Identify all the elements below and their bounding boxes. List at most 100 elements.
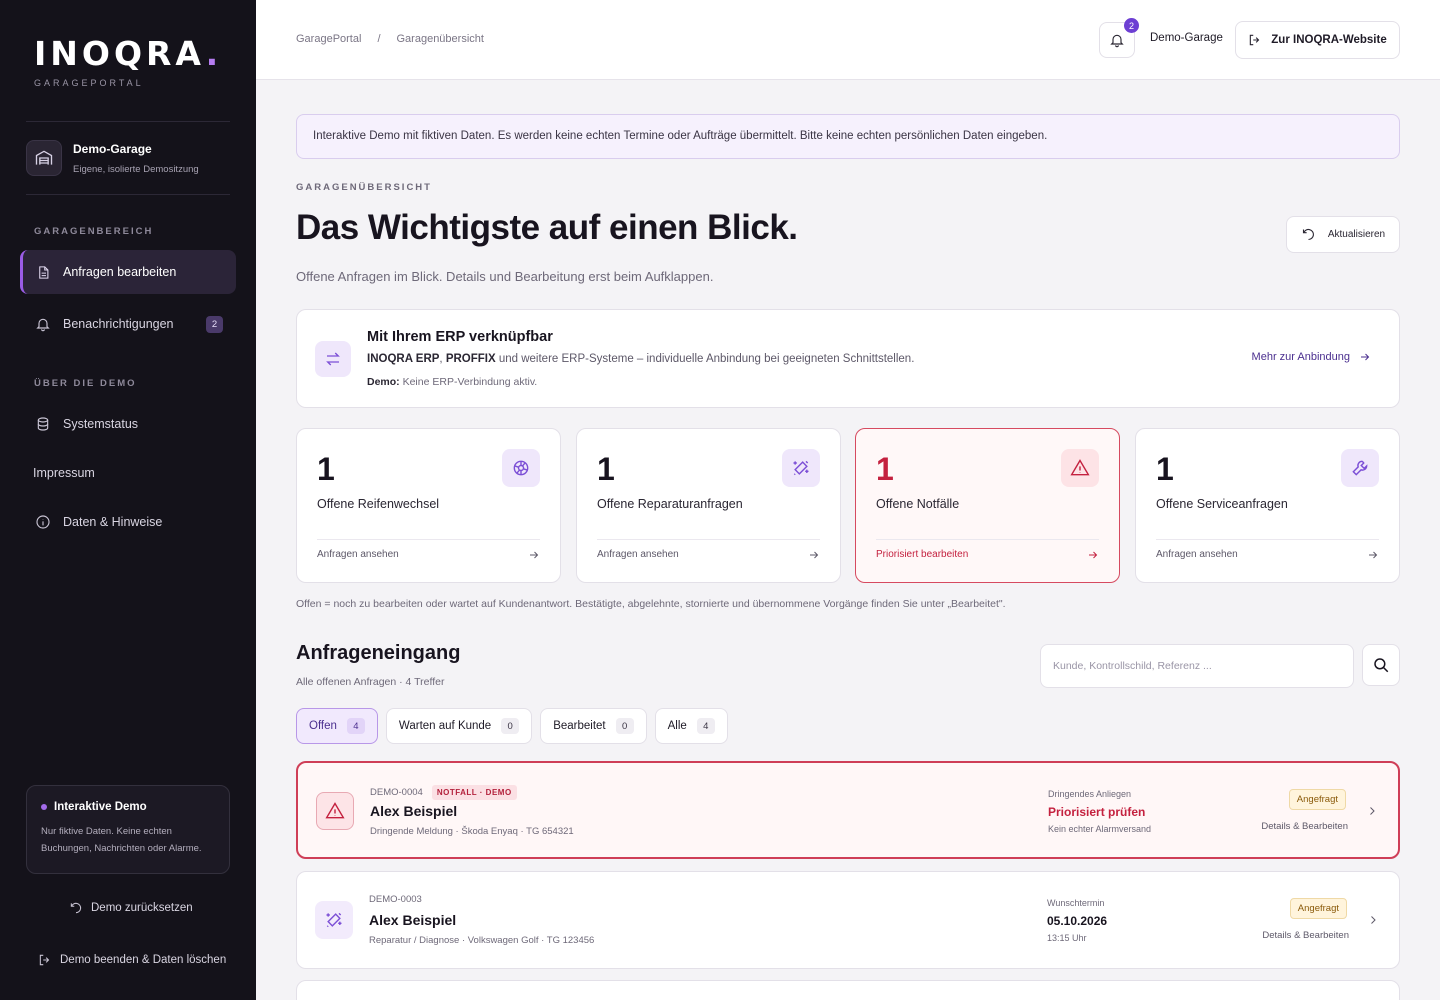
- status-badge: Angefragt: [1289, 898, 1347, 919]
- stat-link[interactable]: Anfragen ansehen: [1156, 549, 1238, 560]
- stat-label: Offene Reifenwechsel: [317, 497, 440, 511]
- divider: [317, 539, 540, 540]
- garage-description: Eigene, isolierte Demositzung: [73, 164, 199, 175]
- reset-demo-button[interactable]: Demo zurücksetzen: [69, 901, 193, 915]
- repair-icon: [315, 901, 353, 939]
- search-button[interactable]: [1362, 644, 1400, 686]
- bell-icon: [34, 315, 52, 333]
- sidebar-item-notifications[interactable]: Benachrichtigungen 2: [20, 302, 236, 346]
- chevron-right-icon: [1370, 807, 1375, 815]
- inbox-subtitle: Alle offenen Anfragen · 4 Treffer: [296, 676, 445, 688]
- search-input[interactable]: [1040, 644, 1354, 688]
- swap-icon: [315, 341, 351, 377]
- stat-link[interactable]: Priorisiert bearbeiten: [876, 549, 968, 560]
- garage-name: Demo-Garage: [73, 142, 152, 156]
- filter-tabs: Offen 4 Warten auf Kunde 0 Bearbeitet 0 All…: [296, 708, 728, 744]
- stat-number: 1: [317, 451, 335, 487]
- section-label-garage: GARAGENBEREICH: [34, 226, 154, 237]
- undo-icon: [70, 902, 82, 914]
- stat-card-services[interactable]: 1 Offene Serviceanfragen Anfragen ansehe…: [1135, 428, 1400, 583]
- current-garage: Demo-Garage: [1150, 32, 1223, 44]
- search-icon: [1374, 658, 1389, 673]
- divider: [26, 194, 230, 195]
- website-button[interactable]: Zur INOQRA-Website: [1235, 21, 1400, 59]
- topbar: GaragePortal / Garagenübersicht 2 Demo-G…: [256, 0, 1440, 80]
- warning-icon: [1061, 449, 1099, 487]
- erp-title: Mit Ihrem ERP verknüpfbar: [367, 329, 553, 345]
- sidebar-item-impressum[interactable]: Impressum: [33, 466, 95, 480]
- request-meta: Reparatur / Diagnose · Volkswagen Golf ·…: [369, 935, 595, 946]
- garage-card[interactable]: Demo-Garage Eigene, isolierte Demositzun…: [26, 140, 230, 180]
- request-meta: Dringende Meldung · Škoda Enyaq · TG 654…: [370, 826, 574, 837]
- erp-card: Mit Ihrem ERP verknüpfbar INOQRA ERP, PR…: [296, 309, 1400, 408]
- arrow-right-icon: [1089, 551, 1098, 559]
- demo-info-box: Interaktive Demo Nur fiktive Daten. Kein…: [26, 785, 230, 874]
- divider: [26, 121, 230, 122]
- sidebar-item-requests[interactable]: Anfragen bearbeiten: [20, 250, 236, 294]
- request-row[interactable]: DEMO-0003 Alex Beispiel Reparatur / Diag…: [296, 871, 1400, 969]
- details-link[interactable]: Details & Bearbeiten: [1262, 930, 1349, 941]
- stat-label: Offene Notfälle: [876, 497, 960, 511]
- request-row[interactable]: [296, 980, 1400, 1000]
- sidebar-item-label: Anfragen bearbeiten: [63, 265, 177, 279]
- erp-demo-status: Demo: Keine ERP-Verbindung aktiv.: [367, 376, 538, 388]
- document-icon: [34, 263, 52, 281]
- request-detail-sub: Kein echter Alarmversand: [1048, 824, 1152, 834]
- stat-label: Offene Reparaturanfragen: [597, 497, 743, 511]
- stat-number: 1: [1156, 451, 1174, 487]
- page-title: Das Wichtigste auf einen Blick.: [296, 208, 798, 247]
- stat-card-tires[interactable]: 1 Offene Reifenwechsel Anfragen ansehen: [296, 428, 561, 583]
- stat-link[interactable]: Anfragen ansehen: [317, 549, 399, 560]
- chevron-right-icon: [1371, 916, 1376, 924]
- erp-text: INOQRA ERP, PROFFIX und weitere ERP-Syst…: [367, 353, 915, 365]
- filter-count: 0: [615, 718, 634, 734]
- refresh-button[interactable]: Aktualisieren: [1286, 216, 1400, 253]
- repair-icon: [782, 449, 820, 487]
- filter-count: 4: [346, 718, 365, 734]
- sidebar-item-systemstatus[interactable]: Systemstatus: [20, 402, 236, 446]
- logo[interactable]: INOQRA.: [34, 34, 222, 73]
- stat-number: 1: [597, 451, 615, 487]
- stat-link[interactable]: Anfragen ansehen: [597, 549, 679, 560]
- request-ref: DEMO-0004: [370, 787, 423, 798]
- request-detail-sub: 13:15 Uhr: [1047, 933, 1087, 943]
- stats-row: 1 Offene Reifenwechsel Anfragen ansehen …: [296, 428, 1400, 584]
- section-label-demo: ÜBER DIE DEMO: [34, 378, 137, 389]
- filter-all[interactable]: Alle 4: [654, 708, 728, 744]
- stat-card-repairs[interactable]: 1 Offene Reparaturanfragen Anfragen anse…: [576, 428, 841, 583]
- demo-box-title: Interaktive Demo: [54, 801, 147, 813]
- filter-processed[interactable]: Bearbeitet 0: [540, 708, 647, 744]
- stat-label: Offene Serviceanfragen: [1156, 497, 1288, 511]
- breadcrumb-separator: /: [377, 33, 381, 45]
- request-detail-label: Dringendes Anliegen: [1048, 789, 1132, 799]
- inbox-title: Anfrageneingang: [296, 642, 461, 664]
- stat-number: 1: [876, 451, 894, 487]
- sidebar-item-data-notes[interactable]: Daten & Hinweise: [20, 500, 236, 544]
- refresh-icon: [1302, 228, 1314, 241]
- details-link[interactable]: Details & Bearbeiten: [1261, 821, 1348, 832]
- request-ref: DEMO-0003: [369, 894, 422, 905]
- arrow-right-icon: [1361, 353, 1370, 361]
- stat-card-emergencies[interactable]: 1 Offene Notfälle Priorisiert bearbeiten: [855, 428, 1120, 583]
- request-row[interactable]: DEMO-0004 NOTFALL · DEMO Alex Beispiel Dr…: [296, 761, 1400, 859]
- breadcrumb-home[interactable]: GaragePortal: [296, 33, 361, 45]
- page-subtitle: Offene Anfragen im Blick. Details und Be…: [296, 269, 714, 284]
- tire-icon: [502, 449, 540, 487]
- filter-count: 0: [501, 718, 520, 734]
- status-dot: [41, 804, 47, 810]
- notifications-button[interactable]: 2: [1099, 18, 1139, 58]
- bell-icon: [1110, 34, 1124, 48]
- database-icon: [34, 415, 52, 433]
- filter-waiting[interactable]: Warten auf Kunde 0: [385, 708, 533, 744]
- sidebar-item-label: Daten & Hinweise: [63, 515, 163, 529]
- erp-more-link[interactable]: Mehr zur Anbindung: [1252, 351, 1371, 363]
- page-eyebrow: GARAGENÜBERSICHT: [296, 182, 432, 193]
- emergency-tag: NOTFALL · DEMO: [431, 785, 517, 800]
- wrench-icon: [1341, 449, 1379, 487]
- divider: [597, 539, 820, 540]
- exit-demo-button[interactable]: Demo beenden & Daten löschen: [38, 953, 226, 967]
- status-badge: Angefragt: [1288, 789, 1346, 810]
- filter-open[interactable]: Offen 4: [296, 708, 378, 744]
- demo-box-text: Nur fiktive Daten. Keine echten Buchunge…: [41, 826, 202, 854]
- warning-icon: [316, 792, 354, 830]
